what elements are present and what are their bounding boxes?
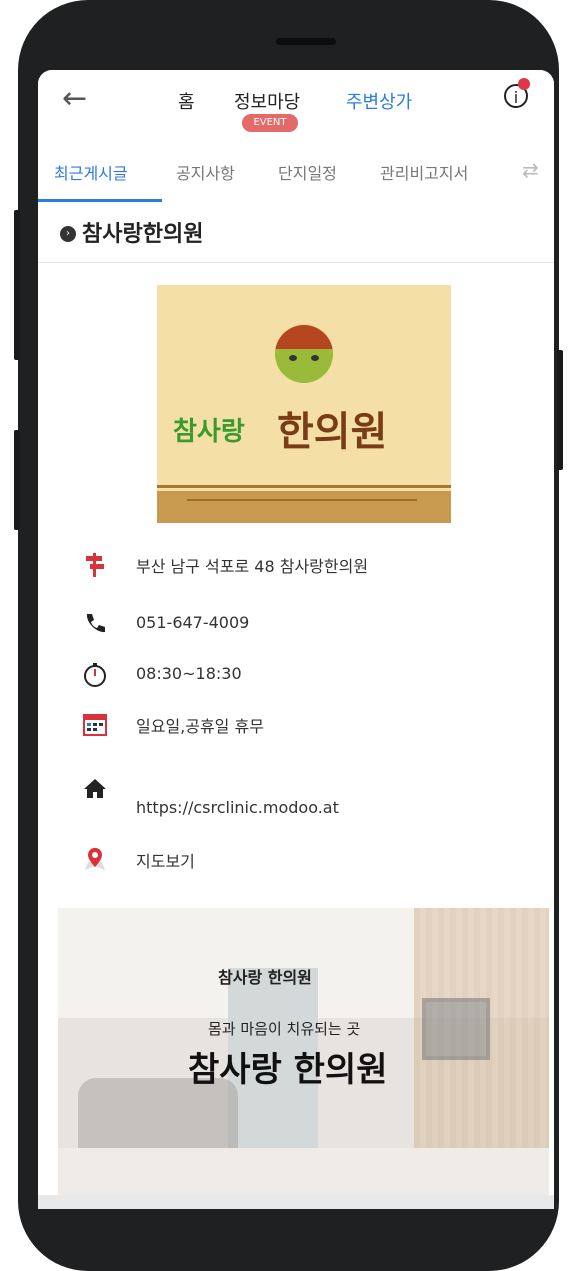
volume-button [14,210,20,360]
power-button [557,350,563,470]
app-screen: ← 홈 정보마당 EVENT 주변상가 i 최근게시글 공지사항 단지일정 관리… [38,70,554,1195]
clinic-logo: 참사랑 한의원 [157,285,451,523]
page-title: 참사랑한의원 [82,222,204,247]
back-arrow-icon[interactable]: ← [62,84,87,114]
address-text: 부산 남구 석포로 48 참사랑한의원 [136,557,369,576]
map-row: 지도보기 [38,840,554,880]
tab-bills[interactable]: 관리비고지서 [380,160,468,184]
bottom-edge [38,1195,554,1209]
tab-notices[interactable]: 공지사항 [176,160,235,184]
banner-title: 참사랑 한의원 [188,1050,388,1090]
banner-logo-text: 참사랑 한의원 [218,968,312,987]
map-link[interactable]: 지도보기 [136,848,195,872]
speaker-grille [276,38,336,45]
bixby-button [14,430,20,530]
home-icon [84,779,106,798]
hours-text: 08:30~18:30 [136,664,242,683]
top-nav-bar: ← 홈 정보마당 EVENT 주변상가 i [38,70,554,136]
mascot-icon [275,325,333,383]
banner-subtitle: 몸과 마음이 치유되는 곳 [208,1020,361,1038]
nav-home[interactable]: 홈 [178,88,195,114]
notification-dot [518,78,530,90]
closed-days-text: 일요일,공휴일 휴무 [136,717,264,736]
chevron-circle-icon: › [60,226,76,242]
clinic-banner-image: 참사랑 한의원 몸과 마음이 치유되는 곳 참사랑 한의원 [58,908,549,1195]
website-row: https://csrclinic.modoo.at [38,779,554,822]
phone-text[interactable]: 051-647-4009 [136,613,249,632]
hours-row: 08:30~18:30 [38,656,554,696]
phone-row: 051-647-4009 [38,605,554,645]
tab-bar: 최근게시글 공지사항 단지일정 관리비고지서 ⇄ [38,140,554,203]
event-badge: EVENT [242,114,298,132]
logo-text-green: 참사랑 [173,417,245,447]
closed-row: 일요일,공휴일 휴무 [38,705,554,745]
page-header: › 참사랑한의원 [38,202,554,263]
signpost-icon [86,553,104,577]
swap-icon[interactable]: ⇄ [522,158,539,182]
tab-schedule[interactable]: 단지일정 [278,160,337,184]
map-pin-icon[interactable] [82,846,108,872]
clock-icon [84,663,106,687]
calendar-icon [83,714,107,736]
website-link[interactable]: https://csrclinic.modoo.at [136,798,339,817]
logo-text-brown: 한의원 [277,408,388,455]
tab-recent-posts[interactable]: 최근게시글 [54,160,128,184]
nav-info-board[interactable]: 정보마당 [234,88,300,114]
address-row: 부산 남구 석포로 48 참사랑한의원 [38,545,554,585]
phone-icon[interactable] [82,611,108,637]
nav-nearby-shops[interactable]: 주변상가 [346,88,412,114]
